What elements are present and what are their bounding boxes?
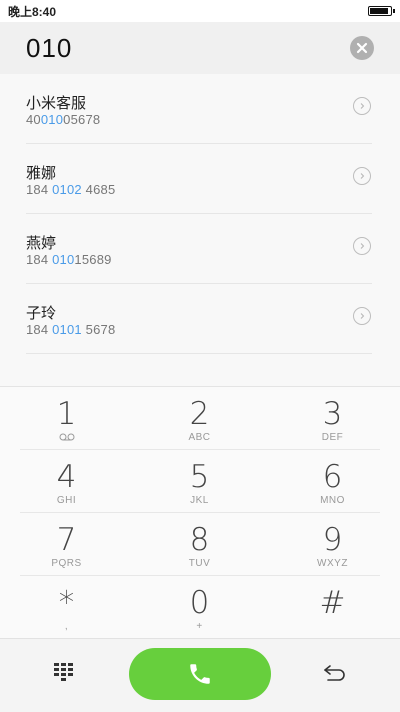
key-digit: * [58, 585, 75, 621]
key-letters: MNO [320, 495, 345, 506]
key-digit: 7 [56, 522, 77, 558]
contact-number: 184 01015689 [26, 252, 112, 267]
contact-item[interactable]: 雅娜 184 0102 4685 [0, 144, 400, 214]
contact-number: 184 0101 5678 [26, 322, 116, 337]
contact-item[interactable]: 子玲 184 0101 5678 [0, 284, 400, 354]
dial-keypad: 1 2 ABC 3 DEF 4 GHI 5 JKL 6 MNO 7 PQRS 8… [0, 386, 400, 639]
key-letters: TUV [188, 558, 211, 569]
key-4[interactable]: 4 GHI [0, 450, 133, 513]
key-letters: PQRS [51, 558, 82, 569]
bottom-bar [0, 638, 400, 712]
voicemail-icon [59, 433, 74, 441]
key-digit: 9 [322, 522, 343, 558]
key-letters: , [64, 621, 69, 632]
key-letters: ABC [188, 432, 211, 443]
key-5[interactable]: 5 JKL [133, 450, 266, 513]
key-hash[interactable]: # [266, 576, 399, 639]
key-digit: 0 [189, 585, 210, 621]
number-match-highlight: 0101 [52, 322, 82, 337]
number-match-highlight: 010 [40, 112, 64, 127]
keypad-toggle-button[interactable] [54, 663, 76, 688]
contact-name: 子玲 [26, 305, 57, 322]
contact-name: 燕婷 [26, 235, 57, 252]
back-arrow-icon [324, 665, 345, 681]
contact-item[interactable]: 小米客服 4001005678 [0, 74, 400, 144]
number-bar: 010 [0, 22, 400, 74]
key-0[interactable]: 0 + [133, 576, 266, 639]
contact-number: 4001005678 [26, 112, 101, 127]
contact-detail-button[interactable] [353, 307, 371, 325]
divider [26, 353, 372, 354]
key-6[interactable]: 6 MNO [266, 450, 399, 513]
clear-button[interactable] [350, 36, 374, 60]
status-bar: 晚上8:40 [0, 0, 400, 22]
contact-detail-button[interactable] [353, 97, 371, 115]
chevron-right-icon [360, 313, 365, 319]
chevron-right-icon [360, 103, 365, 109]
battery-level [370, 8, 388, 14]
clear-icon [356, 42, 368, 54]
key-9[interactable]: 9 WXYZ [266, 513, 399, 576]
key-letters: WXYZ [317, 558, 348, 569]
contact-item[interactable]: 燕婷 184 01015689 [0, 214, 400, 284]
contact-suggestions: 小米客服 4001005678 雅娜 184 0102 4685 燕婷 184 … [0, 74, 400, 386]
key-digit: 1 [56, 396, 77, 432]
keypad-grid-icon [54, 663, 73, 681]
contact-number: 184 0102 4685 [26, 182, 116, 197]
key-digit: 4 [56, 459, 77, 495]
key-7[interactable]: 7 PQRS [0, 513, 133, 576]
status-time: 晚上8:40 [8, 4, 57, 19]
key-digit: 8 [189, 522, 210, 558]
back-button[interactable] [323, 664, 347, 687]
key-digit: 3 [322, 396, 343, 432]
key-digit: 6 [322, 459, 343, 495]
contact-name: 小米客服 [26, 95, 87, 112]
key-letters: + [196, 621, 203, 632]
key-digit: 5 [189, 459, 210, 495]
key-2[interactable]: 2 ABC [133, 387, 266, 450]
key-1[interactable]: 1 [0, 387, 133, 450]
dialed-number: 010 [26, 32, 73, 63]
phone-icon [190, 664, 210, 684]
number-match-highlight: 010 [52, 252, 75, 267]
contact-name: 雅娜 [26, 165, 57, 182]
call-button[interactable] [129, 648, 271, 700]
chevron-right-icon [360, 173, 365, 179]
contact-detail-button[interactable] [353, 167, 371, 185]
number-match-highlight: 0102 [52, 182, 82, 197]
key-letters: GHI [56, 495, 77, 506]
contact-detail-button[interactable] [353, 237, 371, 255]
key-8[interactable]: 8 TUV [133, 513, 266, 576]
key-digit: # [319, 585, 346, 621]
key-digit: 2 [189, 396, 210, 432]
battery-icon [368, 6, 395, 16]
chevron-right-icon [360, 243, 365, 249]
key-letters: JKL [190, 495, 209, 506]
key-letters: DEF [321, 432, 344, 443]
key-star[interactable]: * , [0, 576, 133, 639]
key-3[interactable]: 3 DEF [266, 387, 399, 450]
